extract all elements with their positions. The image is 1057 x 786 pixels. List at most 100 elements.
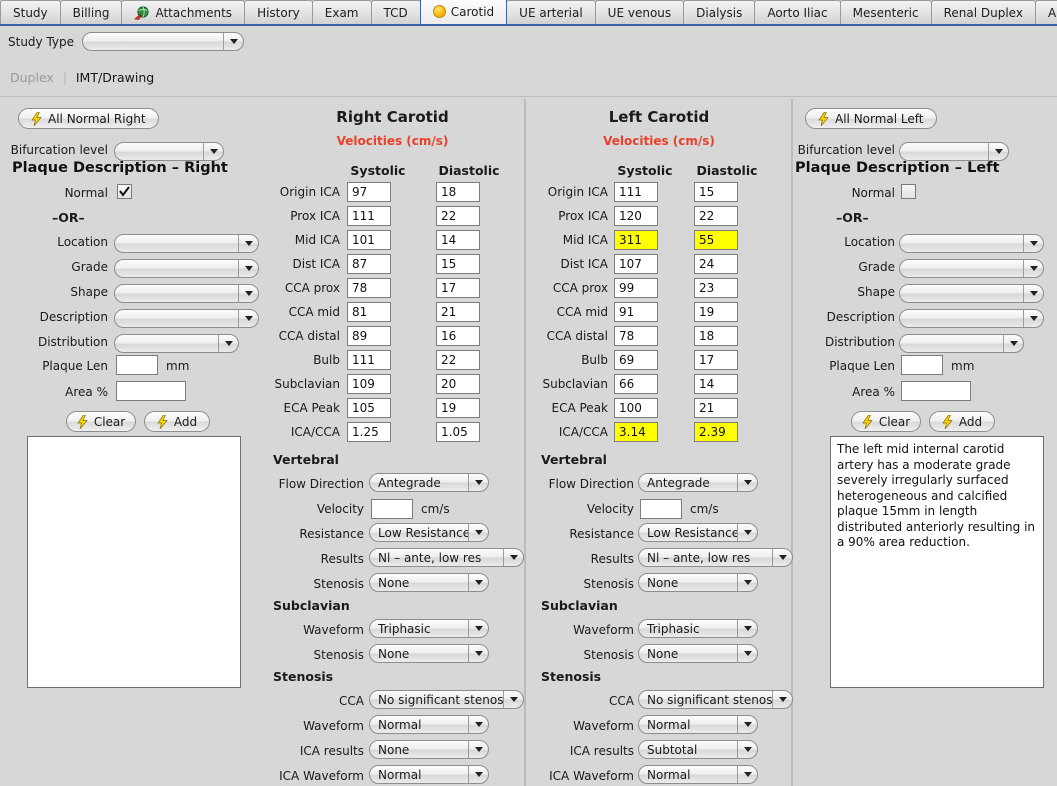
diastolic-input[interactable]: 16 [436, 326, 480, 346]
diastolic-input[interactable]: 1.05 [436, 422, 480, 442]
diastolic-input[interactable]: 24 [694, 254, 738, 274]
systolic-input[interactable]: 78 [347, 278, 391, 298]
normal-checkbox[interactable] [901, 184, 916, 199]
diastolic-input[interactable]: 17 [694, 350, 738, 370]
ica-waveform-select[interactable]: Normal [638, 765, 758, 784]
study-type-select[interactable] [82, 32, 244, 51]
tab-carotid[interactable]: Carotid [419, 0, 508, 24]
systolic-input[interactable]: 111 [347, 206, 391, 226]
tab-ue-arterial[interactable]: UE arterial [506, 0, 596, 24]
waveform-select[interactable]: Triphasic [369, 619, 489, 638]
systolic-input[interactable]: 105 [347, 398, 391, 418]
systolic-input[interactable]: 120 [614, 206, 658, 226]
diastolic-input[interactable]: 55 [694, 230, 738, 250]
waveform-select[interactable]: Normal [638, 715, 758, 734]
tab-tcd[interactable]: TCD [370, 0, 421, 24]
tab-ue-venous[interactable]: UE venous [594, 0, 685, 24]
diastolic-input[interactable]: 15 [436, 254, 480, 274]
systolic-input[interactable]: 109 [347, 374, 391, 394]
plaque-notes-textarea[interactable]: The left mid internal carotid artery has… [830, 436, 1044, 688]
systolic-input[interactable]: 66 [614, 374, 658, 394]
cca-select[interactable]: No significant stenosis [369, 690, 524, 709]
tab-exam[interactable]: Exam [311, 0, 372, 24]
ica-waveform-select[interactable]: Normal [369, 765, 489, 784]
systolic-input[interactable]: 111 [614, 182, 658, 202]
velocity-input[interactable] [640, 499, 682, 519]
systolic-input[interactable]: 81 [347, 302, 391, 322]
systolic-input[interactable]: 78 [614, 326, 658, 346]
resistance-select[interactable]: Low Resistance [369, 523, 489, 542]
waveform-select[interactable]: Normal [369, 715, 489, 734]
diastolic-input[interactable]: 20 [436, 374, 480, 394]
plaque-location-select[interactable] [899, 233, 1044, 253]
plaque-distribution-select[interactable] [899, 333, 1024, 353]
systolic-input[interactable]: 89 [347, 326, 391, 346]
systolic-input[interactable]: 99 [614, 278, 658, 298]
tab-history[interactable]: History [244, 0, 313, 24]
plaque-shape-select[interactable] [899, 283, 1044, 303]
systolic-input[interactable]: 1.25 [347, 422, 391, 442]
diastolic-input[interactable]: 19 [436, 398, 480, 418]
ica-results-select[interactable]: None [369, 740, 489, 759]
waveform-select[interactable]: Triphasic [638, 619, 758, 638]
systolic-input[interactable]: 111 [347, 350, 391, 370]
plaque-distribution-select[interactable] [114, 333, 239, 353]
systolic-input[interactable]: 3.14 [614, 422, 658, 442]
systolic-input[interactable]: 91 [614, 302, 658, 322]
systolic-input[interactable]: 101 [347, 230, 391, 250]
diastolic-input[interactable]: 14 [436, 230, 480, 250]
sub-tab-duplex[interactable]: Duplex [10, 70, 54, 85]
diastolic-input[interactable]: 2.39 [694, 422, 738, 442]
clear-button[interactable]: Clear [66, 411, 136, 432]
sub-tab-imt-drawing[interactable]: IMT/Drawing [76, 70, 154, 85]
normal-checkbox[interactable] [117, 184, 132, 199]
stenosis-select[interactable]: None [369, 573, 489, 592]
all-normal-right-button[interactable]: All Normal Right [18, 108, 159, 129]
diastolic-input[interactable]: 17 [436, 278, 480, 298]
diastolic-input[interactable]: 23 [694, 278, 738, 298]
plaque-len-input[interactable] [116, 355, 158, 375]
plaque-description-select[interactable] [114, 308, 259, 328]
stenosis-select[interactable]: None [638, 573, 758, 592]
tab-aorto-iliac[interactable]: Aorto Iliac [754, 0, 841, 24]
flow-direction-select[interactable]: Antegrade [369, 473, 489, 492]
stenosis-select[interactable]: None [369, 644, 489, 663]
diastolic-input[interactable]: 14 [694, 374, 738, 394]
plaque-notes-textarea[interactable] [27, 436, 241, 688]
tab-dialysis[interactable]: Dialysis [683, 0, 756, 24]
plaque-description-select[interactable] [899, 308, 1044, 328]
diastolic-input[interactable]: 22 [436, 206, 480, 226]
bifurcation-level-select[interactable] [899, 141, 1009, 161]
diastolic-input[interactable]: 21 [694, 398, 738, 418]
systolic-input[interactable]: 87 [347, 254, 391, 274]
clear-button[interactable]: Clear [851, 411, 921, 432]
all-normal-left-button[interactable]: All Normal Left [805, 108, 937, 129]
plaque-shape-select[interactable] [114, 283, 259, 303]
systolic-input[interactable]: 97 [347, 182, 391, 202]
diastolic-input[interactable]: 18 [694, 326, 738, 346]
tab-billing[interactable]: Billing [59, 0, 123, 24]
area-percent-input[interactable] [116, 381, 186, 401]
stenosis-select[interactable]: None [638, 644, 758, 663]
systolic-input[interactable]: 69 [614, 350, 658, 370]
systolic-input[interactable]: 311 [614, 230, 658, 250]
resistance-select[interactable]: Low Resistance [638, 523, 758, 542]
cca-select[interactable]: No significant stenosis [638, 690, 793, 709]
flow-direction-select[interactable]: Antegrade [638, 473, 758, 492]
plaque-grade-select[interactable] [114, 258, 259, 278]
velocity-input[interactable] [371, 499, 413, 519]
diastolic-input[interactable]: 21 [436, 302, 480, 322]
tab-study[interactable]: Study [0, 0, 61, 24]
add-button[interactable]: Add [929, 411, 995, 432]
tab-abd-venous[interactable]: Abd venous [1034, 0, 1057, 24]
plaque-len-input[interactable] [901, 355, 943, 375]
results-select[interactable]: Nl – ante, low res [638, 548, 793, 567]
systolic-input[interactable]: 107 [614, 254, 658, 274]
ica-results-select[interactable]: Subtotal [638, 740, 758, 759]
bifurcation-level-select[interactable] [114, 141, 224, 161]
tab-attachments[interactable]: Attachments [121, 0, 246, 24]
diastolic-input[interactable]: 15 [694, 182, 738, 202]
results-select[interactable]: Nl – ante, low res [369, 548, 524, 567]
plaque-grade-select[interactable] [899, 258, 1044, 278]
diastolic-input[interactable]: 22 [436, 350, 480, 370]
